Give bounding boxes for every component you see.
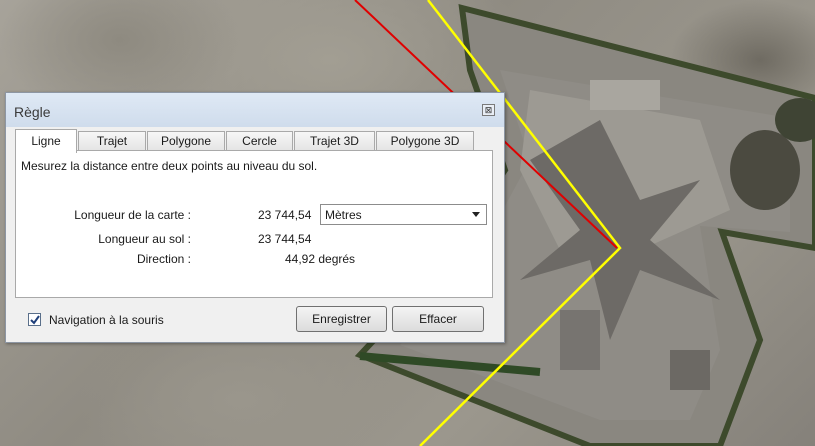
tab-panel-ligne: Mesurez la distance entre deux points au… — [15, 150, 493, 298]
checkmark-icon — [30, 315, 40, 325]
save-button[interactable]: Enregistrer — [296, 306, 387, 332]
tab-polygone-3d[interactable]: Polygone 3D — [376, 131, 474, 151]
tab-trajet-3d[interactable]: Trajet 3D — [294, 131, 375, 151]
tab-ligne[interactable]: Ligne — [15, 129, 77, 153]
dialog-title: Règle — [14, 104, 51, 120]
mouse-nav-label[interactable]: Navigation à la souris — [49, 313, 164, 327]
description-text: Mesurez la distance entre deux points au… — [21, 159, 318, 173]
tab-trajet[interactable]: Trajet — [78, 131, 146, 151]
building-block — [560, 310, 600, 370]
direction-value: 44,92 degrés — [285, 252, 356, 266]
ruler-dialog: Règle ⊠ Ligne Trajet Polygone Cercle Tra… — [5, 92, 505, 343]
tab-polygone[interactable]: Polygone — [147, 131, 225, 151]
close-glyph: ⊠ — [484, 105, 493, 115]
map-length-value: 23 744,54 — [258, 208, 312, 222]
building-block — [670, 350, 710, 390]
tab-cercle[interactable]: Cercle — [226, 131, 293, 151]
ground-length-label: Longueur au sol : — [98, 232, 191, 246]
building-block — [590, 80, 660, 110]
mouse-nav-checkbox[interactable] — [28, 313, 41, 326]
close-icon[interactable]: ⊠ — [482, 104, 495, 116]
unit-select[interactable]: Mètres — [320, 204, 487, 225]
clear-button[interactable]: Effacer — [392, 306, 484, 332]
map-length-label: Longueur de la carte : — [74, 208, 191, 222]
chevron-down-icon — [472, 212, 480, 217]
dialog-titlebar[interactable]: Règle ⊠ — [6, 93, 504, 127]
direction-label: Direction : — [136, 252, 191, 266]
unit-select-value: Mètres — [325, 208, 362, 222]
tree-shadow — [730, 130, 800, 210]
ground-length-value: 23 744,54 — [258, 232, 312, 246]
